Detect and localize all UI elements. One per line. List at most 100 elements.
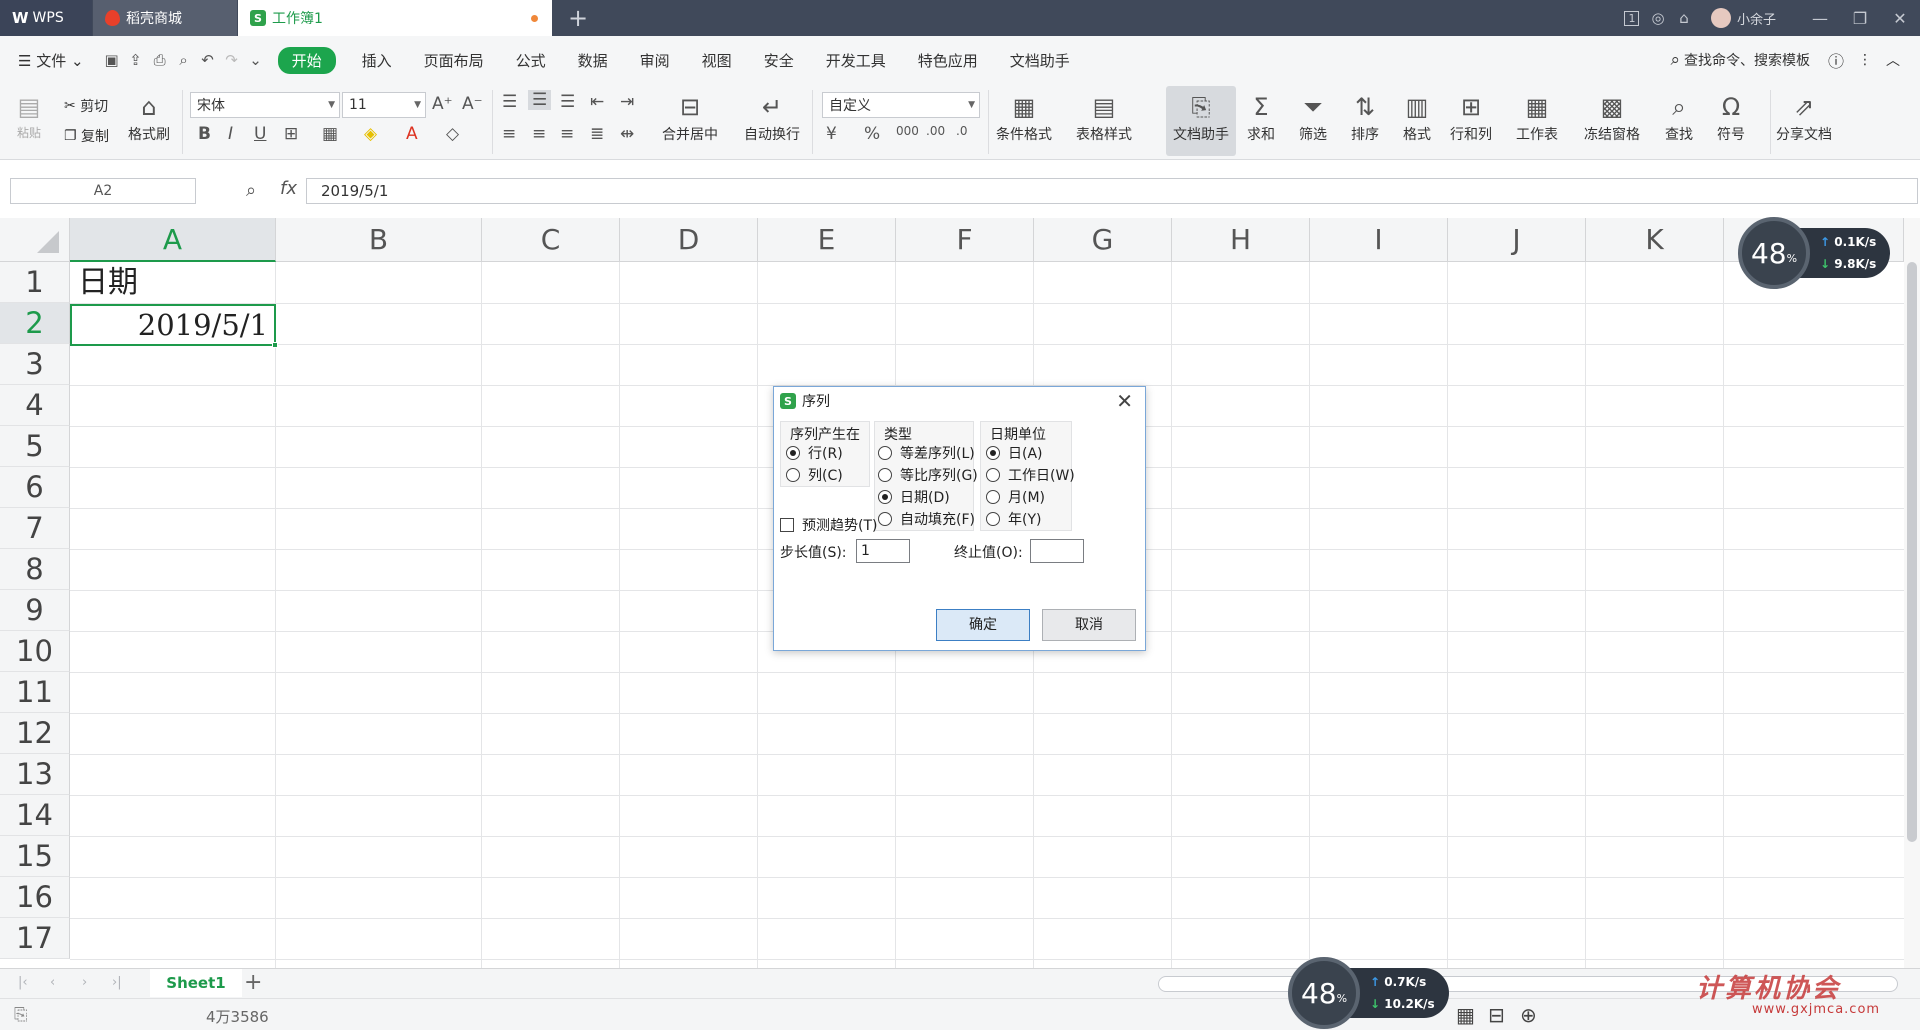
print-preview-icon[interactable]: ⌕ bbox=[172, 51, 196, 69]
align-top-icon[interactable]: ☰ bbox=[502, 92, 517, 112]
row-header-11[interactable]: 11 bbox=[0, 672, 70, 713]
minimize-icon[interactable]: — bbox=[1800, 0, 1840, 36]
find-button[interactable]: ⌕ 查找 bbox=[1662, 90, 1696, 144]
ok-button[interactable]: 确定 bbox=[936, 609, 1030, 641]
row-header-2[interactable]: 2 bbox=[0, 303, 70, 344]
stop-input[interactable] bbox=[1030, 539, 1084, 563]
column-header-g[interactable]: G bbox=[1034, 218, 1172, 262]
italic-icon[interactable]: I bbox=[228, 124, 233, 144]
copy-button[interactable]: ❐ 复制 bbox=[64, 126, 109, 146]
radio-day[interactable]: 日(A) bbox=[986, 443, 1043, 463]
menu-formulas[interactable]: 公式 bbox=[500, 50, 562, 71]
symbol-button[interactable]: Ω 符号 bbox=[1714, 90, 1748, 144]
column-header-f[interactable]: F bbox=[896, 218, 1034, 262]
fx-icon[interactable]: fx bbox=[280, 178, 297, 199]
menu-page-layout[interactable]: 页面布局 bbox=[408, 50, 500, 71]
column-header-k[interactable]: K bbox=[1586, 218, 1724, 262]
column-header-e[interactable]: E bbox=[758, 218, 896, 262]
row-header-1[interactable]: 1 bbox=[0, 262, 70, 303]
row-header-10[interactable]: 10 bbox=[0, 631, 70, 672]
prev-sheet-icon[interactable]: ‹ bbox=[50, 975, 55, 990]
radio-autofill[interactable]: 自动填充(F) bbox=[878, 509, 975, 529]
row-header-13[interactable]: 13 bbox=[0, 754, 70, 795]
export-icon[interactable]: ⇪ bbox=[124, 51, 148, 69]
percent-icon[interactable]: % bbox=[864, 124, 880, 144]
fill-handle[interactable] bbox=[272, 342, 278, 348]
tab-workbook[interactable]: S 工作簿1 bbox=[238, 0, 552, 36]
menu-doc-helper[interactable]: 文档助手 bbox=[994, 50, 1086, 71]
freeze-button[interactable]: ▩ 冻结窗格 bbox=[1584, 90, 1640, 144]
align-center-icon[interactable]: ≡ bbox=[532, 124, 546, 144]
menu-data[interactable]: 数据 bbox=[562, 50, 624, 71]
vertical-scrollbar-thumb[interactable] bbox=[1907, 262, 1917, 842]
row-header-14[interactable]: 14 bbox=[0, 795, 70, 836]
menu-features[interactable]: 特色应用 bbox=[902, 50, 994, 71]
restore-icon[interactable]: ❐ bbox=[1840, 0, 1880, 36]
align-bottom-icon[interactable]: ☰ bbox=[560, 92, 575, 112]
row-header-5[interactable]: 5 bbox=[0, 426, 70, 467]
row-header-8[interactable]: 8 bbox=[0, 549, 70, 590]
tab-store[interactable]: 稻壳商城 bbox=[93, 0, 237, 36]
distribute-icon[interactable]: ⇹ bbox=[620, 124, 634, 144]
more-icon[interactable]: ⋮ bbox=[1858, 52, 1872, 68]
column-header-c[interactable]: C bbox=[482, 218, 620, 262]
tab-wps[interactable]: W WPS bbox=[0, 0, 92, 36]
radio-column[interactable]: 列(C) bbox=[786, 465, 843, 485]
trend-checkbox[interactable]: 预测趋势(T) bbox=[780, 515, 877, 535]
add-sheet-button[interactable]: + bbox=[244, 970, 262, 995]
bold-icon[interactable]: B bbox=[198, 124, 211, 144]
row-header-9[interactable]: 9 bbox=[0, 590, 70, 631]
underline-icon[interactable]: U bbox=[254, 124, 266, 144]
row-header-6[interactable]: 6 bbox=[0, 467, 70, 508]
file-menu[interactable]: ☰ 文件 ⌄ bbox=[0, 50, 100, 71]
reading-mode-icon[interactable]: ⊕ bbox=[1520, 1003, 1537, 1027]
menu-home[interactable]: 开始 bbox=[277, 46, 336, 74]
column-header-a[interactable]: A bbox=[70, 218, 276, 262]
customize-icon[interactable]: ⌄ bbox=[244, 51, 268, 69]
row-header-16[interactable]: 16 bbox=[0, 877, 70, 918]
increase-indent-icon[interactable]: ⇥ bbox=[620, 92, 634, 112]
last-sheet-icon[interactable]: ›| bbox=[112, 975, 122, 990]
increase-decimal-icon[interactable]: .00 bbox=[926, 124, 945, 138]
align-middle-icon[interactable]: ☰ bbox=[528, 90, 552, 110]
next-sheet-icon[interactable]: › bbox=[82, 975, 87, 990]
filter-button[interactable]: ⏷ 筛选 bbox=[1296, 90, 1330, 144]
page-break-view-icon[interactable]: ⊟ bbox=[1488, 1003, 1505, 1027]
cell-a2[interactable]: 2019/5/1 bbox=[70, 304, 276, 346]
share-button[interactable]: ⇗ 分享文档 bbox=[1776, 90, 1832, 144]
radio-growth[interactable]: 等比序列(G) bbox=[878, 465, 978, 485]
name-box[interactable]: A2 bbox=[10, 178, 196, 204]
border-icon[interactable]: ⊞ bbox=[284, 124, 298, 144]
font-size-select[interactable]: 11 ▼ bbox=[342, 92, 426, 118]
command-search[interactable]: 查找命令、搜索模板 bbox=[1684, 50, 1810, 70]
shirt-icon[interactable]: ⌂ bbox=[1671, 0, 1697, 36]
zoom-formula-icon[interactable]: ⌕ bbox=[246, 180, 256, 201]
row-header-12[interactable]: 12 bbox=[0, 713, 70, 754]
print-icon[interactable]: ⎙ bbox=[148, 51, 172, 69]
column-header-i[interactable]: I bbox=[1310, 218, 1448, 262]
window-count-icon[interactable]: 1 bbox=[1619, 0, 1645, 36]
row-col-button[interactable]: ⊞ 行和列 bbox=[1450, 90, 1492, 144]
avatar[interactable] bbox=[1710, 8, 1731, 28]
cell-a1[interactable]: 日期 bbox=[78, 262, 138, 303]
search-icon[interactable]: ⌕ bbox=[1670, 50, 1680, 70]
sheet-tab-sheet1[interactable]: Sheet1 bbox=[150, 969, 242, 997]
fill-color-icon[interactable]: ◈ bbox=[364, 124, 377, 144]
radio-row[interactable]: 行(R) bbox=[786, 443, 843, 463]
macro-record-icon[interactable]: ⎘ bbox=[14, 1005, 28, 1025]
column-header-j[interactable]: J bbox=[1448, 218, 1586, 262]
undo-icon[interactable]: ↶ bbox=[196, 51, 220, 69]
first-sheet-icon[interactable]: |‹ bbox=[18, 975, 28, 990]
redo-icon[interactable]: ↷ bbox=[220, 51, 244, 69]
decrease-font-icon[interactable]: A⁻ bbox=[462, 94, 483, 114]
align-right-icon[interactable]: ≡ bbox=[560, 124, 574, 144]
radio-date[interactable]: 日期(D) bbox=[878, 487, 950, 507]
column-header-b[interactable]: B bbox=[276, 218, 482, 262]
row-header-17[interactable]: 17 bbox=[0, 918, 70, 959]
menu-security[interactable]: 安全 bbox=[748, 50, 810, 71]
row-header-3[interactable]: 3 bbox=[0, 344, 70, 385]
currency-icon[interactable]: ¥ bbox=[826, 124, 837, 144]
column-header-h[interactable]: H bbox=[1172, 218, 1310, 262]
formula-input[interactable]: 2019/5/1 bbox=[306, 178, 1918, 204]
row-header-7[interactable]: 7 bbox=[0, 508, 70, 549]
